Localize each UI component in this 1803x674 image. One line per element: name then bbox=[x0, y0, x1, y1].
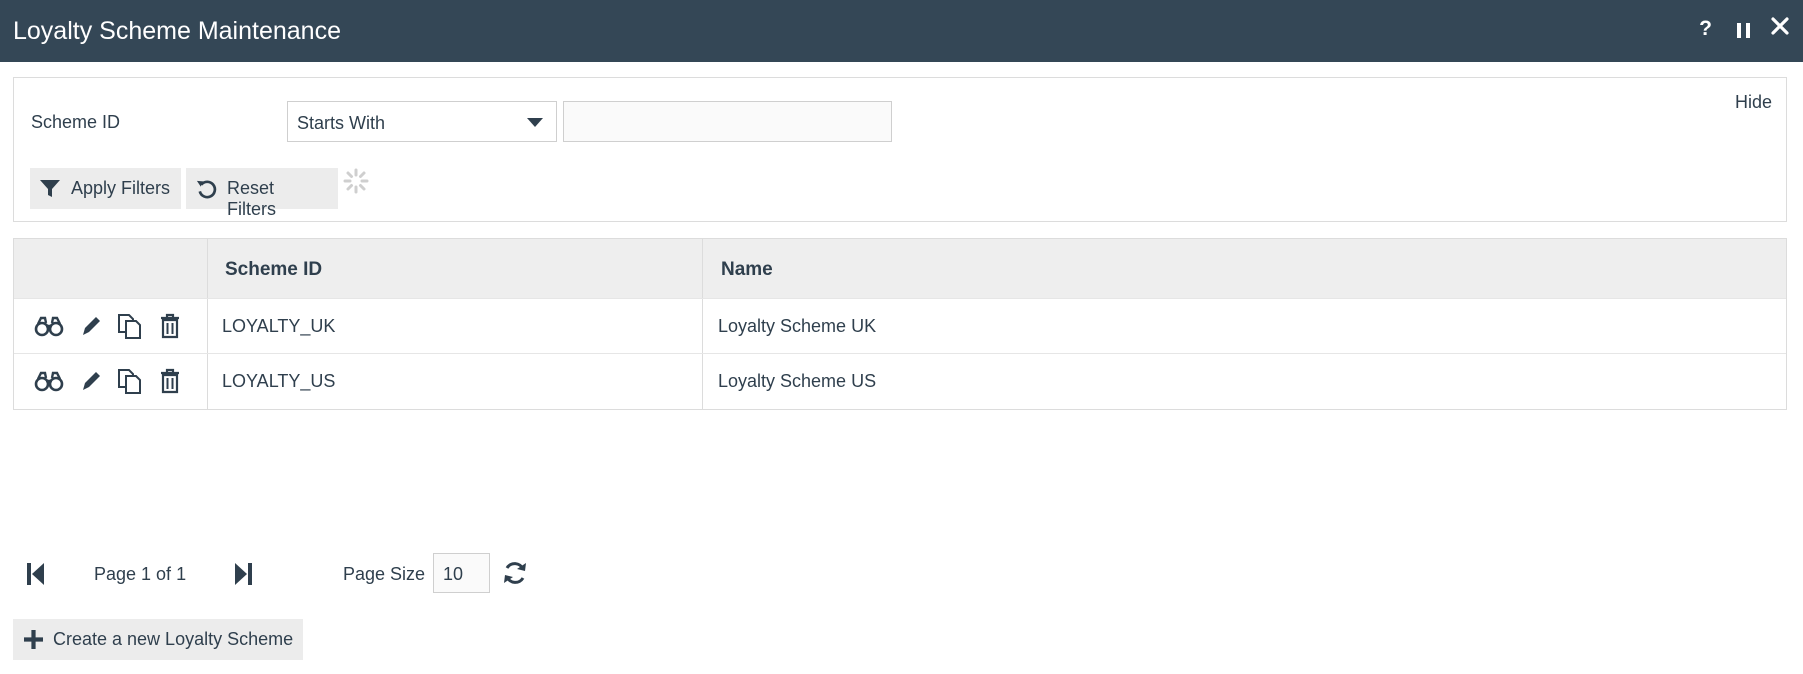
scheme-id-filter-input[interactable] bbox=[563, 101, 892, 142]
filter-operator-select[interactable]: Starts With bbox=[287, 101, 557, 142]
pagination-bar: Page 1 of 1 Page Size 10 bbox=[0, 548, 1803, 598]
edit-icon[interactable] bbox=[79, 368, 103, 394]
scheme-id-filter-label: Scheme ID bbox=[31, 112, 121, 132]
pause-button[interactable] bbox=[1737, 23, 1751, 38]
page-info: Page 1 of 1 bbox=[94, 564, 187, 584]
undo-icon bbox=[196, 180, 217, 199]
plus-icon bbox=[24, 630, 43, 649]
delete-icon[interactable] bbox=[159, 313, 181, 339]
filter-panel: Scheme ID Starts With Hide Apply Filters… bbox=[13, 77, 1787, 222]
help-button[interactable]: ? bbox=[1699, 17, 1712, 41]
window-title: Loyalty Scheme Maintenance bbox=[13, 17, 341, 45]
filter-icon bbox=[40, 180, 60, 197]
pause-icon bbox=[1737, 23, 1741, 38]
first-page-icon[interactable] bbox=[25, 562, 45, 586]
view-icon[interactable] bbox=[34, 368, 64, 394]
last-page-icon[interactable] bbox=[234, 562, 254, 586]
close-icon bbox=[1771, 17, 1789, 35]
table-row: LOYALTY_US Loyalty Scheme US bbox=[14, 353, 1786, 410]
window-titlebar: Loyalty Scheme Maintenance ? bbox=[0, 0, 1803, 62]
chevron-down-icon bbox=[527, 118, 543, 127]
refresh-icon[interactable] bbox=[502, 560, 528, 586]
apply-filters-label: Apply Filters bbox=[71, 178, 171, 198]
cell-scheme-id: LOYALTY_US bbox=[222, 371, 336, 391]
page-size-label: Page Size bbox=[343, 564, 426, 584]
table-row: LOYALTY_UK Loyalty Scheme UK bbox=[14, 298, 1786, 355]
cell-name: Loyalty Scheme UK bbox=[718, 316, 877, 336]
copy-icon[interactable] bbox=[117, 368, 143, 394]
column-header-scheme-id[interactable]: Scheme ID bbox=[225, 259, 322, 281]
column-header-name[interactable]: Name bbox=[721, 259, 773, 281]
view-icon[interactable] bbox=[34, 313, 64, 339]
loading-spinner-icon bbox=[343, 168, 369, 194]
cell-scheme-id: LOYALTY_UK bbox=[222, 316, 336, 336]
apply-filters-button[interactable]: Apply Filters bbox=[30, 168, 181, 209]
create-loyalty-scheme-label: Create a new Loyalty Scheme bbox=[53, 629, 294, 649]
loyalty-scheme-table: Scheme ID Name LOYALTY_UK Loyalty Scheme… bbox=[13, 238, 1787, 410]
cell-name: Loyalty Scheme US bbox=[718, 371, 877, 391]
reset-filters-label: Reset Filters bbox=[227, 178, 276, 219]
edit-icon[interactable] bbox=[79, 313, 103, 339]
copy-icon[interactable] bbox=[117, 313, 143, 339]
delete-icon[interactable] bbox=[159, 368, 181, 394]
reset-filters-button[interactable]: Reset Filters bbox=[186, 168, 338, 219]
close-button[interactable] bbox=[1771, 17, 1789, 40]
create-loyalty-scheme-button[interactable]: Create a new Loyalty Scheme bbox=[13, 619, 303, 660]
page-size-input[interactable]: 10 bbox=[433, 553, 490, 593]
table-header: Scheme ID Name bbox=[14, 239, 1786, 298]
hide-filters-link[interactable]: Hide bbox=[1735, 92, 1772, 113]
filter-operator-value: Starts With bbox=[297, 113, 386, 133]
